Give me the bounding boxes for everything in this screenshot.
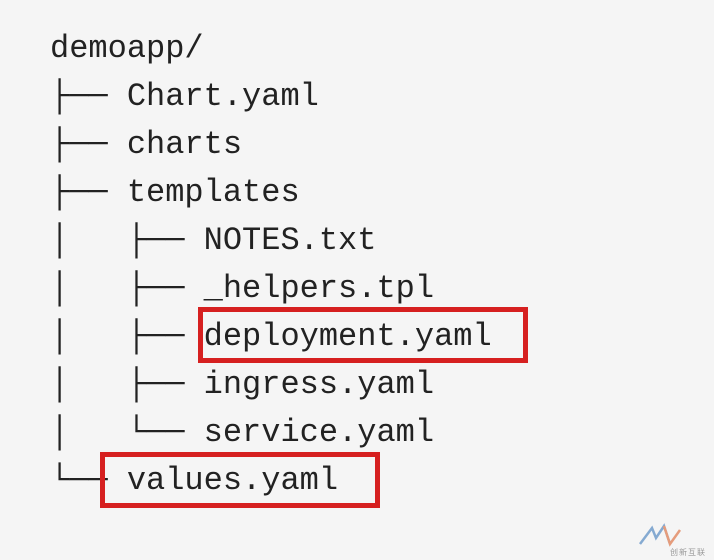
watermark-text: 创新互联 bbox=[670, 547, 706, 558]
tree-line: │ ├── _helpers.tpl bbox=[50, 265, 714, 313]
tree-line: │ ├── NOTES.txt bbox=[50, 217, 714, 265]
tree-line: └── values.yaml bbox=[50, 457, 714, 505]
tree-line: ├── charts bbox=[50, 121, 714, 169]
tree-line: │ └── service.yaml bbox=[50, 409, 714, 457]
tree-line: ├── Chart.yaml bbox=[50, 73, 714, 121]
tree-line: │ ├── deployment.yaml bbox=[50, 313, 714, 361]
tree-line: │ ├── ingress.yaml bbox=[50, 361, 714, 409]
tree-line: ├── templates bbox=[50, 169, 714, 217]
file-tree: demoapp/ ├── Chart.yaml ├── charts ├── t… bbox=[50, 25, 714, 505]
tree-root: demoapp/ bbox=[50, 25, 714, 73]
